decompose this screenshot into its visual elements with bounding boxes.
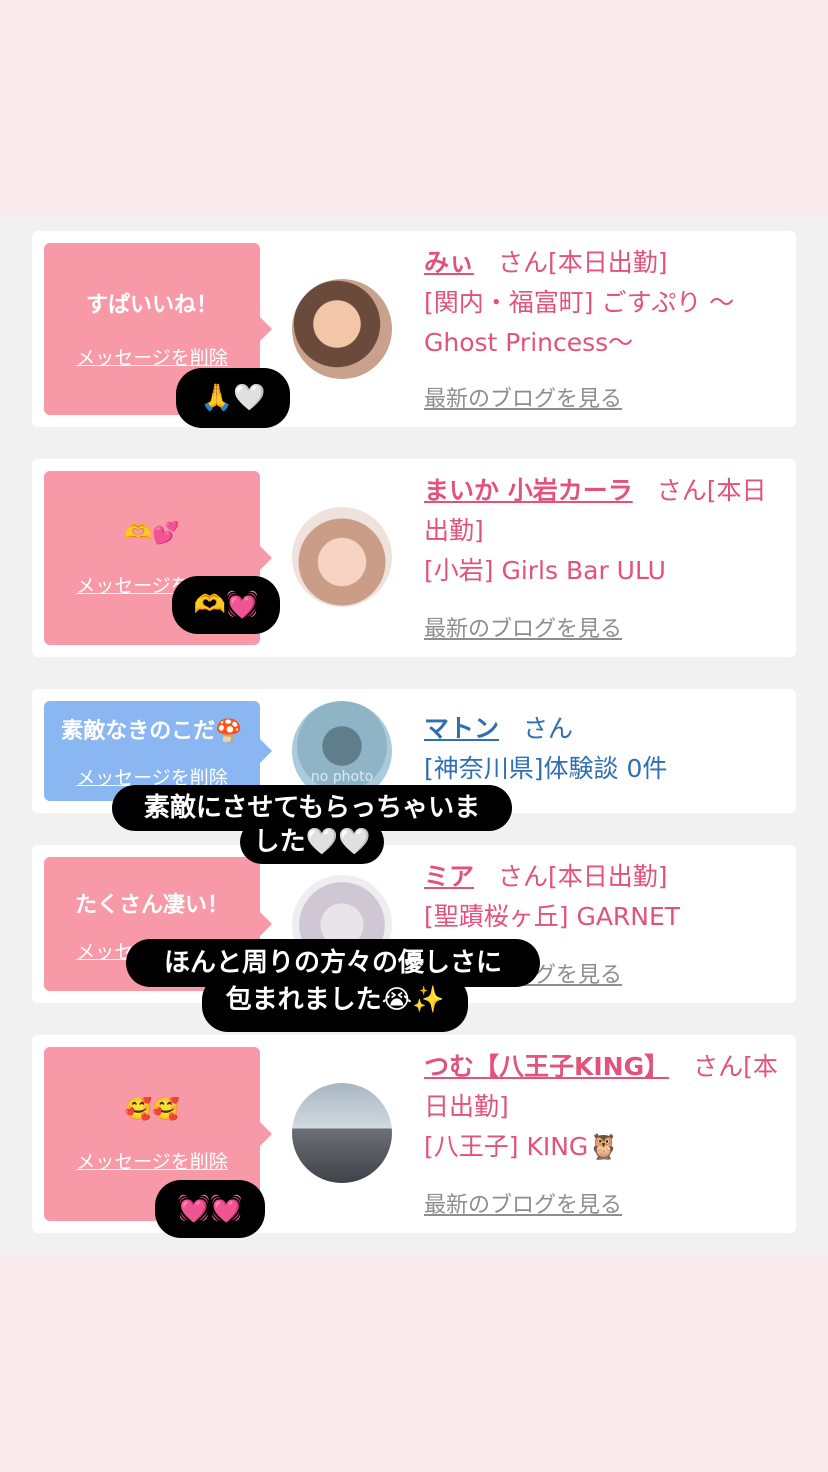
no-photo-label: no photo	[310, 769, 374, 785]
delete-message-link[interactable]: メッセージを削除	[44, 343, 260, 370]
sender-status: さん[本日出勤]	[498, 862, 668, 891]
emoji-sticker: 🫶💓	[172, 576, 280, 634]
sender-info: ミア さん[本日出勤] [聖蹟桜ヶ丘] GARNET	[424, 857, 790, 937]
sender-status: さん	[523, 714, 574, 743]
blog-link[interactable]: 最新のブログを見る	[424, 611, 622, 643]
emoji-sticker: 💓💓	[155, 1180, 265, 1238]
avatar[interactable]	[292, 1083, 392, 1183]
message-list: すぱいいね！ メッセージを削除 みぃ さん[本日出勤] [関内・福富町] ごすぷり…	[0, 215, 828, 1257]
sender-location: [関内・福富町] ごすぷり 〜Ghost Princess〜	[424, 288, 735, 357]
sender-location: [小岩] Girls Bar ULU	[424, 556, 666, 585]
sender-info: つむ【八王子KING】 さん[本日出勤] [八王子] KING🦉	[424, 1047, 790, 1167]
message-card: 🥰🥰 メッセージを削除 つむ【八王子KING】 さん[本日出勤] [八王子] KI…	[32, 1035, 796, 1233]
sender-status: さん[本日出勤]	[498, 248, 668, 277]
message-card: 🫶💕 メッセージを削除 まいか 小岩カーラ さん[本日出勤] [小岩] Girls…	[32, 459, 796, 657]
bubble-message-text: 🥰🥰	[124, 1097, 180, 1122]
bubble-message-text: たくさん凄い！	[74, 893, 229, 918]
sender-info: まいか 小岩カーラ さん[本日出勤] [小岩] Girls Bar ULU	[424, 471, 790, 591]
sender-location: [神奈川県]体験談 0件	[424, 754, 668, 783]
sender-name-link[interactable]: まいか 小岩カーラ	[424, 476, 633, 505]
avatar[interactable]	[292, 279, 392, 379]
blog-link[interactable]: 最新のブログを見る	[424, 381, 622, 413]
text-sticker-line: 包まれました😭✨	[202, 974, 468, 1032]
sender-location: [聖蹟桜ヶ丘] GARNET	[424, 902, 681, 931]
sender-location: [八王子] KING🦉	[424, 1132, 620, 1161]
sender-info: みぃ さん[本日出勤] [関内・福富町] ごすぷり 〜Ghost Princess…	[424, 243, 790, 363]
avatar[interactable]	[292, 507, 392, 607]
sender-name-link[interactable]: みぃ	[424, 248, 474, 277]
blog-link[interactable]: 最新のブログを見る	[424, 1187, 622, 1219]
delete-message-link[interactable]: メッセージを削除	[44, 1147, 260, 1174]
sender-name-link[interactable]: ミア	[424, 862, 474, 891]
message-card: すぱいいね！ メッセージを削除 みぃ さん[本日出勤] [関内・福富町] ごすぷり…	[32, 231, 796, 427]
sender-name-link[interactable]: マトン	[424, 714, 499, 743]
bubble-message-text: 🫶💕	[124, 521, 180, 546]
bubble-message-text: 素敵なきのこだ🍄	[61, 719, 243, 744]
sender-name-link[interactable]: つむ【八王子KING】	[424, 1052, 669, 1081]
sender-info: マトン さん [神奈川県]体験談 0件	[424, 709, 790, 789]
emoji-sticker: 🙏🤍	[176, 368, 290, 428]
bubble-message-text: すぱいいね！	[85, 293, 218, 318]
text-sticker-line: した🤍🤍	[240, 820, 384, 864]
